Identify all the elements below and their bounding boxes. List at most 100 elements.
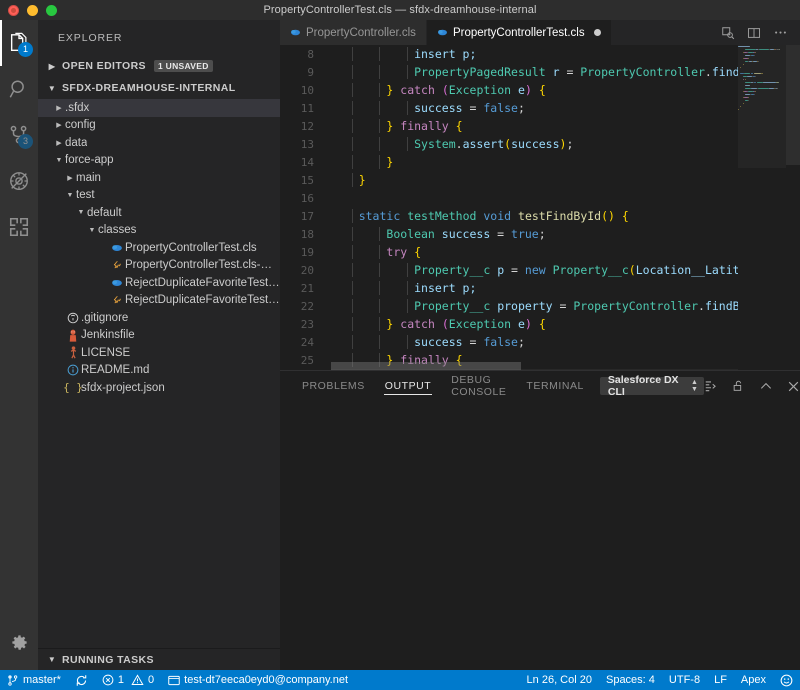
- scrollbar-thumb[interactable]: [786, 45, 800, 165]
- split-editor-button[interactable]: [747, 26, 761, 40]
- status-problems[interactable]: 1 0: [95, 670, 161, 690]
- activity-item-debug[interactable]: [0, 158, 38, 204]
- tree-item-label: default: [87, 207, 122, 219]
- dirty-indicator[interactable]: [594, 29, 601, 36]
- more-actions-button[interactable]: [773, 25, 788, 40]
- code-line[interactable]: 16: [280, 189, 738, 207]
- indent-guide: [352, 335, 353, 349]
- code-token: catch: [400, 317, 435, 331]
- code-token: void: [483, 209, 511, 223]
- code-token: catch: [400, 83, 435, 97]
- code-line[interactable]: 20 Property__c p = new Property__c(Locat…: [280, 261, 738, 279]
- status-branch[interactable]: master*: [0, 670, 68, 690]
- tree-file[interactable]: RejectDuplicateFavoriteTest.cls: [38, 274, 280, 292]
- status-cursor-position[interactable]: Ln 26, Col 20: [520, 670, 599, 690]
- chevron-right-icon: ▶: [64, 174, 76, 182]
- close-panel-button[interactable]: [787, 380, 800, 393]
- tree-file[interactable]: .gitignore: [38, 309, 280, 327]
- indent-guide: [379, 155, 380, 169]
- indent-guide: [407, 47, 408, 61]
- tree-folder[interactable]: ▼default: [38, 204, 280, 222]
- open-changes-button[interactable]: [721, 26, 735, 40]
- tree-folder[interactable]: ▶data: [38, 134, 280, 152]
- code-line[interactable]: 22 Property__c property = PropertyContro…: [280, 297, 738, 315]
- editor-body[interactable]: 8 insert p;9 PropertyPagedResult r = Pro…: [280, 45, 800, 370]
- panel-tab-terminal[interactable]: TERMINAL: [516, 371, 594, 401]
- code-token: [331, 299, 414, 313]
- status-language-mode[interactable]: Apex: [734, 670, 773, 690]
- tree-item-label: main: [76, 172, 101, 184]
- tree-item-label: PropertyControllerTest.cls: [125, 242, 257, 254]
- code-token: ): [525, 317, 532, 331]
- code-token: findAll: [712, 65, 738, 79]
- eol-label: LF: [714, 674, 727, 686]
- running-tasks-header[interactable]: ▼ RUNNING TASKS: [38, 648, 280, 670]
- maximize-panel-button[interactable]: [759, 379, 773, 393]
- tree-folder[interactable]: ▼test: [38, 187, 280, 205]
- panel-tab-problems[interactable]: PROBLEMS: [292, 371, 375, 401]
- tree-folder[interactable]: ▶main: [38, 169, 280, 187]
- activity-item-search[interactable]: [0, 66, 38, 112]
- tree-folder[interactable]: ▼classes: [38, 222, 280, 240]
- code-token: =: [469, 101, 483, 115]
- status-encoding[interactable]: UTF-8: [662, 670, 707, 690]
- activity-item-explorer[interactable]: 1: [0, 20, 38, 66]
- output-channel-select[interactable]: Salesforce DX CLI ▲▼: [600, 377, 704, 395]
- tab-property-controller[interactable]: PropertyController.cls: [280, 20, 427, 45]
- output-panel-body[interactable]: [280, 401, 800, 670]
- tab-property-controller-test[interactable]: PropertyControllerTest.cls: [427, 20, 612, 45]
- lock-scroll-button[interactable]: [732, 379, 745, 393]
- code-line[interactable]: 14 }: [280, 153, 738, 171]
- code-line[interactable]: 8 insert p;: [280, 45, 738, 63]
- minimap-slider[interactable]: [738, 45, 786, 168]
- tree-file[interactable]: Jenkinsfile: [38, 327, 280, 345]
- code-line[interactable]: 9 PropertyPagedResult r = PropertyContro…: [280, 63, 738, 81]
- code-line[interactable]: 17 static testMethod void testFindById()…: [280, 207, 738, 225]
- minimap[interactable]: [738, 45, 786, 370]
- tree-file[interactable]: { }sfdx-project.json: [38, 379, 280, 397]
- code-line[interactable]: 24 success = false;: [280, 333, 738, 351]
- code-line[interactable]: 15 }: [280, 171, 738, 189]
- tree-file[interactable]: PropertyControllerTest.cls-meta.xml: [38, 257, 280, 275]
- code-line[interactable]: 19 try {: [280, 243, 738, 261]
- code-line[interactable]: 12 } finally {: [280, 117, 738, 135]
- code-line[interactable]: 18 Boolean success = true;: [280, 225, 738, 243]
- code-line[interactable]: 10 } catch (Exception e) {: [280, 81, 738, 99]
- editor-vertical-scrollbar[interactable]: [786, 45, 800, 370]
- code-line[interactable]: 23 } catch (Exception e) {: [280, 315, 738, 333]
- status-default-org[interactable]: test-dt7eeca0eyd0@company.net: [161, 670, 355, 690]
- tree-folder[interactable]: ▼force-app: [38, 152, 280, 170]
- code-line[interactable]: 13 System.assert(success);: [280, 135, 738, 153]
- tree-file[interactable]: README.md: [38, 362, 280, 380]
- indent-guide: [352, 245, 353, 259]
- code-line[interactable]: 11 success = false;: [280, 99, 738, 117]
- code-token: {: [539, 317, 546, 331]
- tree-item-label: classes: [98, 224, 136, 236]
- status-sync[interactable]: [68, 670, 95, 690]
- code-token: System: [414, 137, 456, 151]
- panel-tab-debug-console[interactable]: DEBUG CONSOLE: [441, 371, 516, 401]
- clear-output-button[interactable]: [704, 379, 718, 393]
- status-indentation[interactable]: Spaces: 4: [599, 670, 662, 690]
- activity-item-extensions[interactable]: [0, 204, 38, 250]
- code-token: success: [435, 227, 497, 241]
- panel-tab-output[interactable]: OUTPUT: [375, 371, 441, 401]
- code-line[interactable]: 21 insert p;: [280, 279, 738, 297]
- section-project-root[interactable]: ▼ SFDX-DREAMHOUSE-INTERNAL: [38, 77, 280, 99]
- tree-folder[interactable]: ▶.sfdx: [38, 99, 280, 117]
- tree-item-label: test: [76, 189, 95, 201]
- section-open-editors[interactable]: ▶ OPEN EDITORS 1 UNSAVED: [38, 55, 280, 77]
- status-eol[interactable]: LF: [707, 670, 734, 690]
- status-feedback[interactable]: [773, 670, 800, 690]
- code-line-text: System.assert(success);: [324, 137, 573, 151]
- activity-item-manage[interactable]: [0, 622, 38, 662]
- tree-file[interactable]: LICENSE: [38, 344, 280, 362]
- tree-folder[interactable]: ▶config: [38, 117, 280, 135]
- editor-horizontal-scrollbar[interactable]: [331, 362, 521, 370]
- git-branch-icon: [7, 674, 19, 687]
- activity-item-source-control[interactable]: 3: [0, 112, 38, 158]
- tree-file[interactable]: PropertyControllerTest.cls: [38, 239, 280, 257]
- code-content[interactable]: 8 insert p;9 PropertyPagedResult r = Pro…: [280, 45, 738, 370]
- code-token: [331, 317, 386, 331]
- tree-file[interactable]: RejectDuplicateFavoriteTest.cls-me…: [38, 292, 280, 310]
